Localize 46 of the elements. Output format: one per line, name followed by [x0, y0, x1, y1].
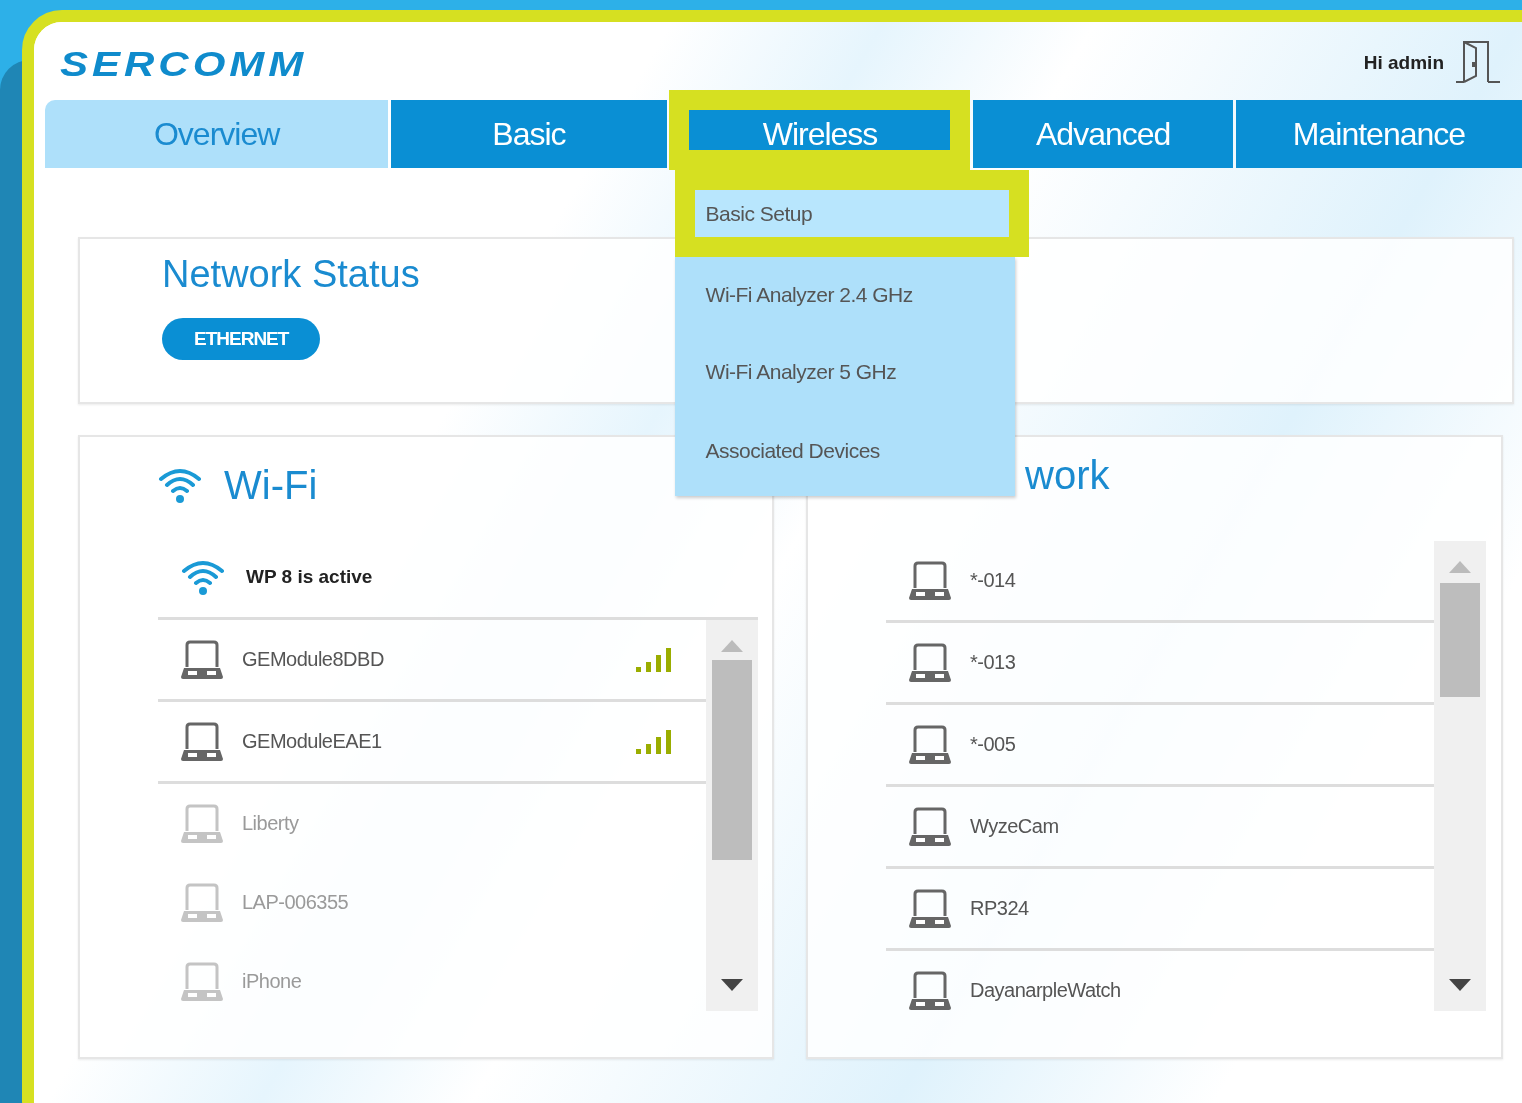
scrollbar[interactable] — [706, 620, 758, 1011]
scrollbar[interactable] — [1434, 541, 1486, 1011]
logo: SERCOMM — [60, 43, 308, 85]
scroll-down-icon[interactable] — [1449, 979, 1471, 991]
scroll-down-icon[interactable] — [721, 979, 743, 991]
device-row[interactable]: DayanarpleWatch — [886, 951, 1434, 1030]
device-row[interactable]: LAP-006355 — [158, 863, 706, 942]
device-row[interactable]: iPhone — [158, 942, 706, 1021]
nav-tab[interactable]: Maintenance — [1235, 100, 1522, 168]
laptop-icon — [906, 969, 954, 1012]
scroll-up-icon[interactable] — [721, 640, 743, 652]
laptop-icon — [178, 802, 226, 845]
laptop-icon — [906, 805, 954, 848]
laptop-icon — [906, 887, 954, 930]
greeting: Hi admin — [1363, 52, 1444, 74]
signal-icon — [636, 729, 672, 754]
laptop-icon — [178, 638, 226, 681]
laptop-icon — [178, 960, 226, 1003]
card-title: work — [1025, 453, 1110, 497]
connection-badge: ETHERNET — [162, 318, 321, 360]
menu-item[interactable]: Wi-Fi Analyzer 5 GHz — [674, 332, 1015, 411]
laptop-icon — [906, 641, 954, 684]
nav-tab[interactable]: Advanced — [973, 100, 1233, 168]
scroll-up-icon[interactable] — [1449, 561, 1471, 573]
card-title: Wi-Fi — [224, 462, 318, 508]
menu-item[interactable]: Wi-Fi Analyzer 2.4 GHz — [674, 257, 1015, 332]
device-row[interactable]: *-014 — [886, 541, 1434, 623]
device-row[interactable]: RP324 — [886, 869, 1434, 951]
scroll-thumb[interactable] — [1440, 583, 1480, 697]
scroll-thumb[interactable] — [712, 660, 752, 860]
device-row[interactable]: WyzeCam — [886, 787, 1434, 869]
network-status: WP 8 is active — [246, 566, 373, 588]
menu-item[interactable]: Basic Setup — [694, 190, 1010, 237]
menu-item[interactable]: Associated Devices — [674, 411, 1015, 490]
signal-icon — [636, 647, 672, 672]
device-row[interactable]: *-005 — [886, 705, 1434, 787]
device-row[interactable]: GEModuleEAE1 — [158, 702, 706, 784]
nav-tab[interactable]: Basic — [391, 100, 667, 168]
laptop-icon — [906, 559, 954, 602]
card-title: Network Status — [162, 253, 420, 296]
laptop-icon — [178, 720, 226, 763]
laptop-icon — [906, 723, 954, 766]
device-row[interactable]: GEModule8DBD — [158, 620, 706, 702]
laptop-icon — [178, 881, 226, 924]
device-row[interactable]: *-013 — [886, 623, 1434, 705]
device-row[interactable]: Liberty — [158, 784, 706, 863]
